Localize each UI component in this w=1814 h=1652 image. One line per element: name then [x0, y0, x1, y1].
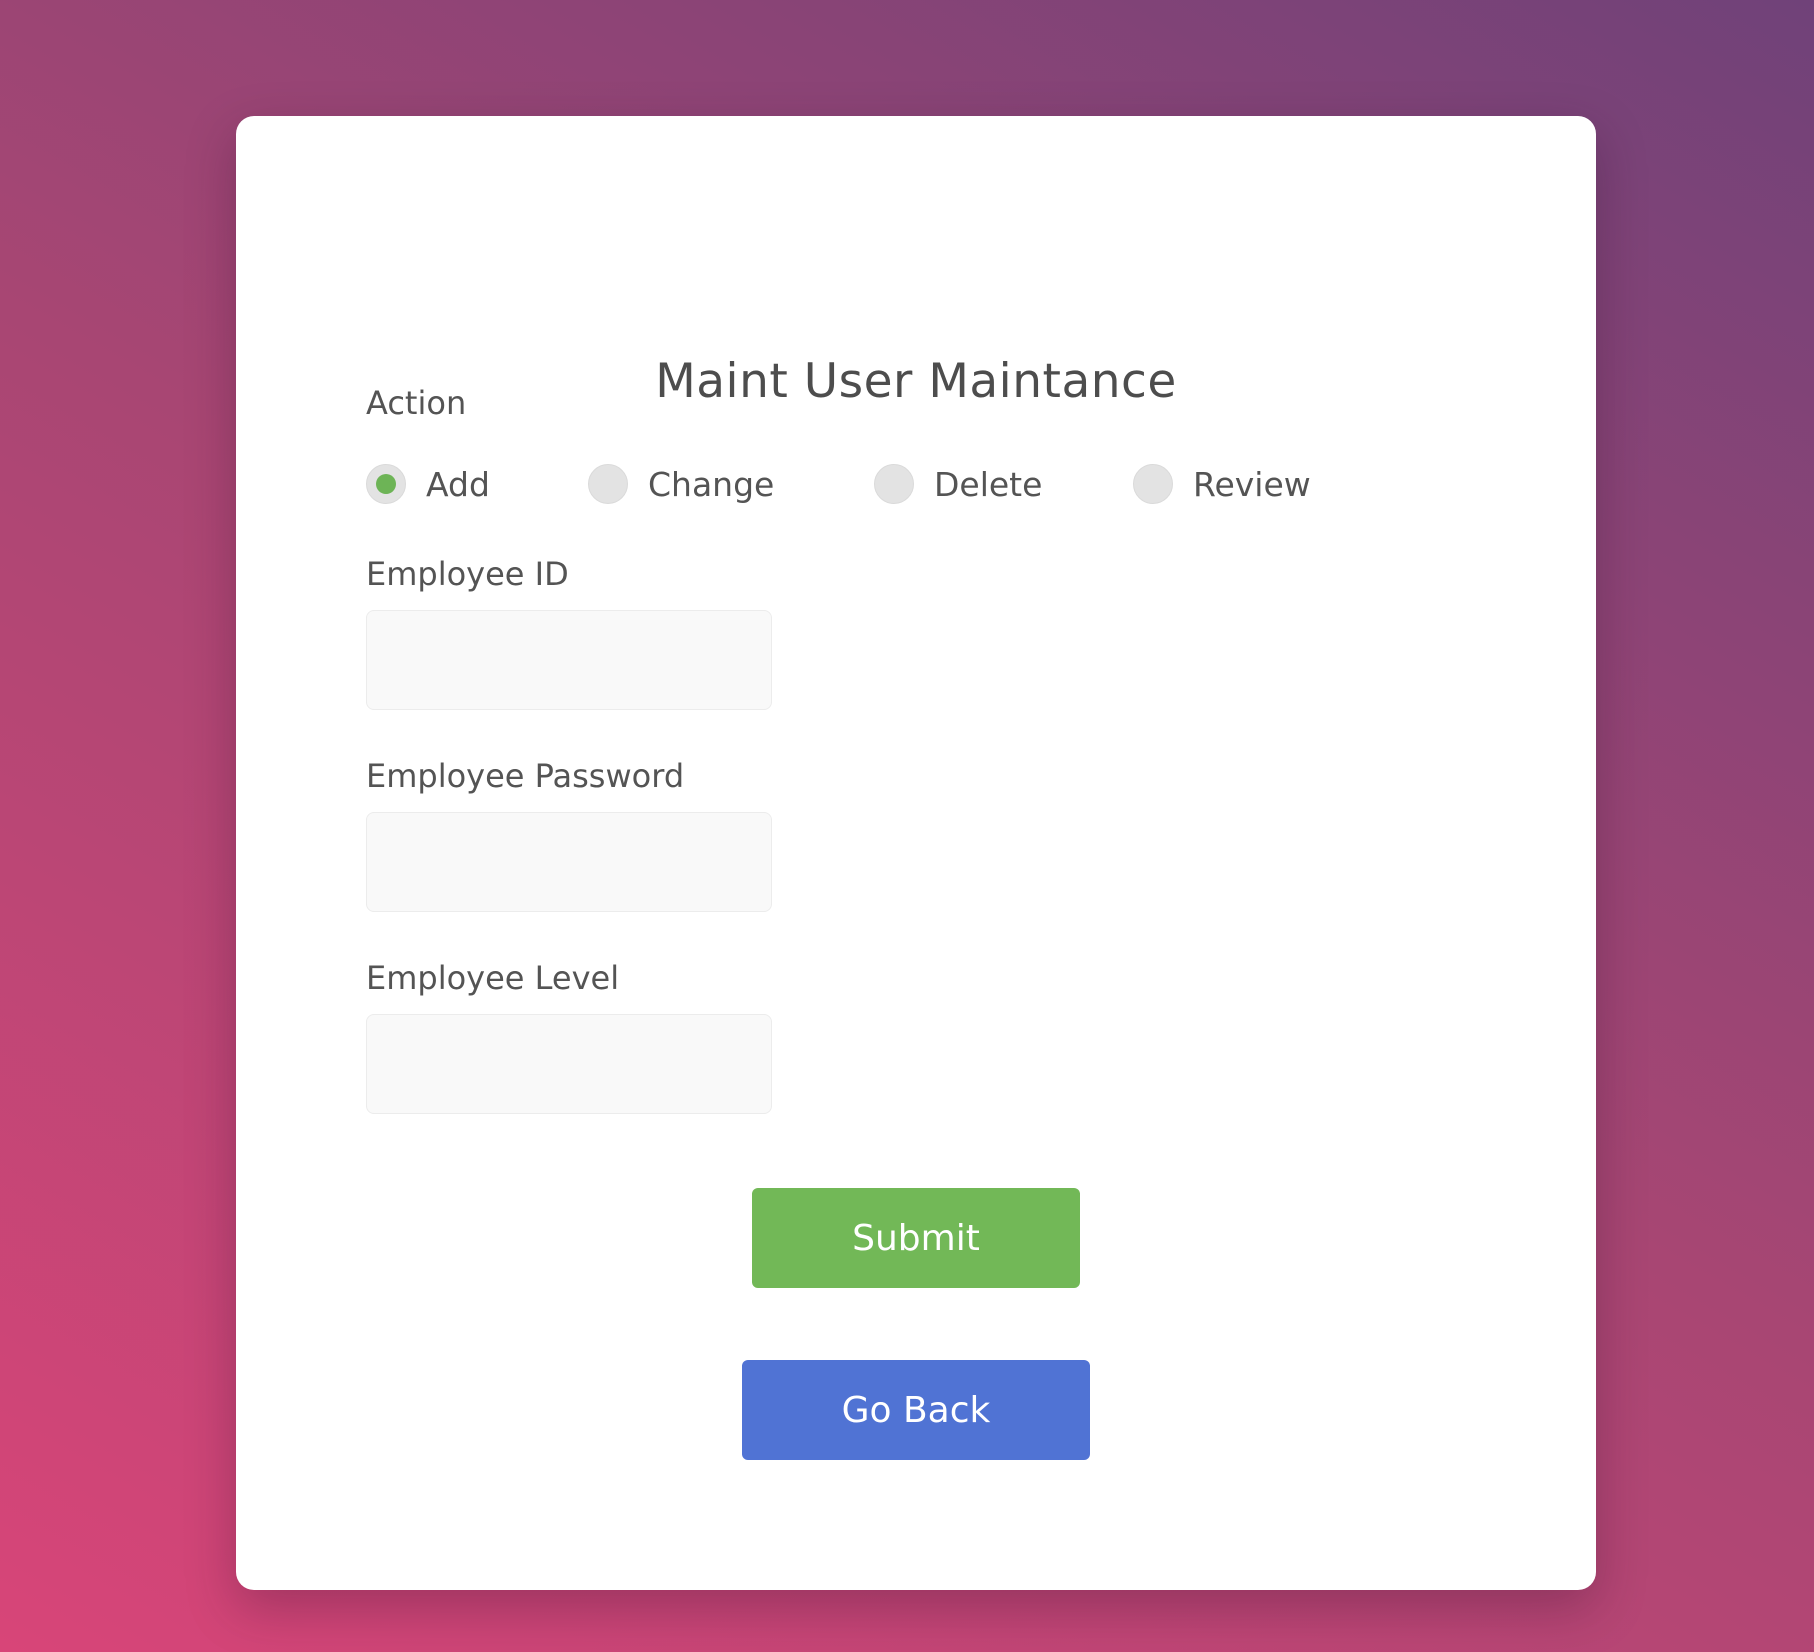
radio-change-label: Change [648, 464, 775, 504]
employee-id-input[interactable] [366, 610, 772, 710]
radio-delete-indicator[interactable] [874, 464, 914, 504]
radio-option-review[interactable]: Review [1133, 462, 1311, 506]
radio-add-indicator[interactable] [366, 464, 406, 504]
radio-delete-label: Delete [934, 464, 1043, 504]
radio-review-label: Review [1193, 464, 1311, 504]
employee-id-label: Employee ID [366, 555, 569, 593]
radio-option-change[interactable]: Change [588, 462, 774, 506]
radio-option-delete[interactable]: Delete [874, 462, 1042, 506]
radio-add-label: Add [426, 464, 490, 504]
employee-password-input[interactable] [366, 812, 772, 912]
employee-level-input[interactable] [366, 1014, 772, 1114]
employee-password-label: Employee Password [366, 757, 685, 795]
submit-button[interactable]: Submit [752, 1188, 1080, 1288]
go-back-button[interactable]: Go Back [742, 1360, 1090, 1460]
action-label: Action [366, 384, 467, 422]
radio-change-indicator[interactable] [588, 464, 628, 504]
radio-review-indicator[interactable] [1133, 464, 1173, 504]
radio-option-add[interactable]: Add [366, 462, 490, 506]
employee-level-label: Employee Level [366, 959, 620, 997]
